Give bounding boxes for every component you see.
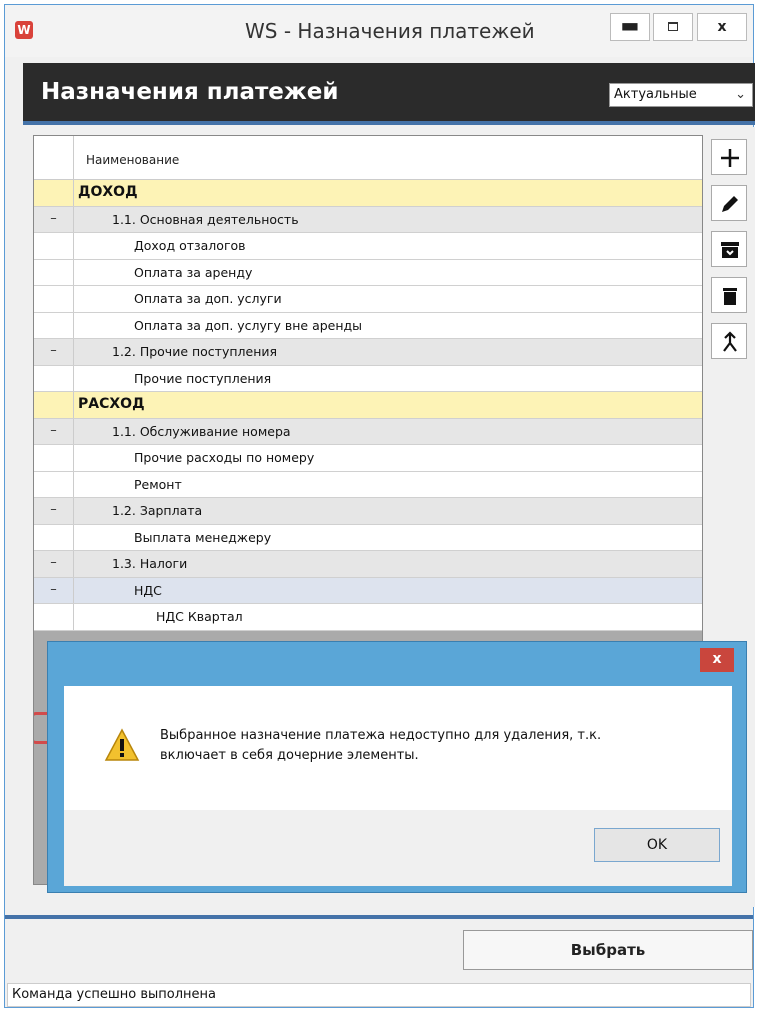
row-selector[interactable]: [34, 471, 74, 497]
table-row[interactable]: Прочие расходы по номеру: [34, 445, 702, 472]
row-selector[interactable]: [34, 604, 74, 630]
row-label: РАСХОД: [78, 396, 145, 412]
dialog-content: Выбранное назначение платежа недоступно …: [64, 686, 732, 810]
dialog-message-line2: включает в себя дочерние элементы.: [160, 748, 419, 763]
collapse-toggle[interactable]: –: [34, 339, 74, 365]
row-selector[interactable]: [34, 180, 74, 206]
warning-icon: [104, 728, 140, 761]
minimize-button[interactable]: ▬: [610, 13, 650, 41]
row-label: 1.2. Зарплата: [112, 503, 203, 518]
maximize-icon: [668, 22, 678, 31]
grid-rows: ДОХОД –1.1. Основная деятельность Доход от…: [34, 180, 702, 631]
row-label: ДОХОД: [78, 184, 138, 200]
table-row[interactable]: Прочие поступления: [34, 365, 702, 392]
status-bar: Команда успешно выполнена: [7, 983, 751, 1007]
plus-icon: [721, 149, 739, 167]
selected-row[interactable]: – НДС: [34, 577, 702, 604]
choose-button[interactable]: Выбрать: [463, 930, 753, 970]
table-row[interactable]: Оплата за аренду: [34, 259, 702, 286]
category-row[interactable]: ДОХОД: [34, 180, 702, 207]
row-label: Прочие поступления: [134, 370, 272, 386]
column-header-name[interactable]: Наименование: [86, 153, 179, 167]
group-row[interactable]: – 1.2. Зарплата: [34, 498, 702, 525]
table-row[interactable]: Доход отзалогов: [34, 233, 702, 260]
row-label: Оплата за аренду: [134, 264, 253, 280]
row-label: Выплата менеджеру: [134, 529, 272, 545]
table-row[interactable]: Оплата за доп. услугу вне аренды: [34, 312, 702, 339]
group-row[interactable]: – 1.1. Основная деятельность: [34, 206, 702, 233]
app-window: W WS - Назначения платежей ▬ x Назначени…: [4, 4, 755, 1008]
table-row[interactable]: Ремонт: [34, 471, 702, 498]
app-logo-icon: W: [15, 21, 33, 39]
dialog-close-button[interactable]: x: [700, 648, 734, 672]
collapse-toggle[interactable]: –: [34, 577, 74, 603]
grid-header-selector: [34, 136, 74, 180]
row-label: Ремонт: [134, 476, 182, 492]
row-label: 1.1. Обслуживание номера: [112, 423, 291, 439]
collapse-toggle[interactable]: –: [34, 206, 74, 232]
close-window-button[interactable]: x: [697, 13, 747, 41]
row-selector[interactable]: [34, 233, 74, 259]
category-row[interactable]: РАСХОД: [34, 392, 702, 419]
archive-icon: [721, 242, 739, 258]
group-row[interactable]: – 1.2. Прочие поступления: [34, 339, 702, 366]
row-label: 1.2. Прочие поступления: [112, 344, 278, 359]
grid-header: Наименование: [34, 136, 702, 180]
title-bar[interactable]: W WS - Назначения платежей ▬ x: [5, 5, 753, 57]
row-selector[interactable]: [34, 445, 74, 471]
add-button[interactable]: [711, 139, 747, 175]
row-label: Оплата за доп. услугу вне аренды: [134, 317, 363, 333]
table-row[interactable]: Оплата за доп. услуги: [34, 286, 702, 313]
window-title: WS - Назначения платежей: [245, 19, 535, 43]
move-button[interactable]: [711, 323, 747, 359]
warning-dialog: x Выбранное назначение платежа недоступн…: [47, 641, 747, 893]
archive-button[interactable]: [711, 231, 747, 267]
chevron-down-icon: ⌄: [735, 87, 746, 102]
row-selector[interactable]: [34, 312, 74, 338]
row-label: НДС: [134, 582, 162, 598]
collapse-toggle[interactable]: –: [34, 418, 74, 444]
pencil-icon: [722, 196, 738, 212]
row-selector[interactable]: [34, 392, 74, 418]
row-label: Доход отзалогов: [134, 238, 246, 253]
row-label: Оплата за доп. услуги: [134, 291, 282, 306]
dialog-message-line1: Выбранное назначение платежа недоступно …: [160, 728, 602, 743]
dialog-body: Выбранное назначение платежа недоступно …: [64, 686, 732, 886]
dialog-message: Выбранное назначение платежа недоступно …: [160, 726, 700, 766]
row-selector[interactable]: [34, 365, 74, 391]
trash-icon: [723, 288, 737, 305]
group-row[interactable]: – 1.1. Обслуживание номера: [34, 418, 702, 445]
edit-button[interactable]: [711, 185, 747, 221]
row-label: Прочие расходы по номеру: [134, 450, 315, 465]
dialog-footer: OK: [64, 810, 732, 886]
page-header: Назначения платежей Актуальные ⌄: [23, 63, 755, 125]
filter-select[interactable]: Актуальные ⌄: [609, 83, 753, 107]
collapse-toggle[interactable]: –: [34, 551, 74, 577]
table-row[interactable]: НДС Квартал: [34, 604, 702, 631]
group-row[interactable]: – 1.3. Налоги: [34, 551, 702, 578]
row-label: 1.3. Налоги: [112, 556, 188, 571]
filter-select-value: Актуальные: [614, 87, 697, 102]
row-label: НДС Квартал: [156, 609, 243, 624]
ok-button[interactable]: OK: [594, 828, 720, 862]
row-selector[interactable]: [34, 259, 74, 285]
move-icon: [723, 331, 737, 352]
footer-divider: [5, 915, 753, 919]
table-row[interactable]: Выплата менеджеру: [34, 524, 702, 551]
row-label: 1.1. Основная деятельность: [112, 211, 299, 227]
row-selector[interactable]: [34, 286, 74, 312]
row-selector[interactable]: [34, 524, 74, 550]
maximize-button[interactable]: [653, 13, 693, 41]
page-title: Назначения платежей: [41, 79, 339, 105]
collapse-toggle[interactable]: –: [34, 498, 74, 524]
side-toolbar: [711, 139, 751, 369]
delete-button[interactable]: [711, 277, 747, 313]
